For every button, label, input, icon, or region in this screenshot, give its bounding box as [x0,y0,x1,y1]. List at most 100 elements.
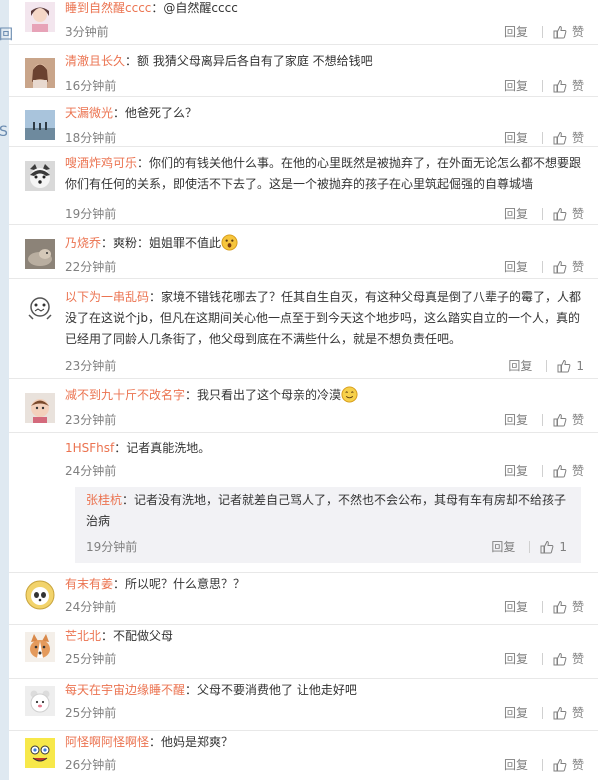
comment-text: ：@自然醒cccc [151,1,238,15]
woman-avatar[interactable] [25,58,55,88]
divider [541,131,543,144]
panda-avatar[interactable] [25,580,55,610]
comment-username[interactable]: 乃烧乔 [65,236,101,250]
comment-text: ：不配做父母 [101,629,174,643]
comment-actions: 回复 赞 [504,129,584,146]
thumbs-up-icon[interactable] [553,207,567,221]
comment-list: 睡到自然醒cccc：@自然醒cccc 3分钟前 回复 赞 清澈且长久：额 我猜父… [9,0,598,780]
surprised-emoji-icon [221,234,238,251]
comment-time: 23分钟前 [65,413,117,427]
comment-item: 天漏微光：他爸死了么？ 18分钟前 回复 赞 [9,96,598,147]
comment-item: 每天在宇宙边缘睡不醒：父母不要消费他了 让他走好吧 25分钟前 回复 赞 [9,678,598,731]
like-button[interactable]: 赞 [572,77,584,94]
reply-button[interactable]: 回复 [491,538,515,555]
thumbs-up-icon[interactable] [553,464,567,478]
comment-text: ：父母不要消费他了 让他走好吧 [185,683,357,697]
like-button[interactable]: 赞 [572,598,584,615]
comment-username[interactable]: 减不到九十斤不改名字 [65,388,185,402]
comment-item: 芒北北：不配做父母 25分钟前 回复 赞 [9,624,598,679]
landscape-avatar[interactable] [25,110,55,140]
comment-username[interactable]: 清澈且长久 [65,54,125,68]
sub-reply-username[interactable]: 张桂杭 [86,493,122,507]
comment-time: 23分钟前 [65,359,117,373]
comment-text: ：记者真能洗地。 [114,441,211,455]
thumbs-up-icon[interactable] [553,706,567,720]
comment-username[interactable]: 以下为一串乱码 [65,290,149,304]
thumbs-up-icon[interactable] [553,600,567,614]
comment-actions: 回复 赞 [504,23,584,40]
like-count[interactable]: 1 [559,540,567,554]
like-button[interactable]: 赞 [572,411,584,428]
baby-avatar[interactable] [25,393,55,423]
reply-button[interactable]: 回复 [504,598,528,615]
thumbs-up-icon[interactable] [553,413,567,427]
comment-text: ：他妈是郑爽？ [149,735,234,749]
comment-item: 有末有姜：所以呢？什么意思？？ 24分钟前 回复 赞 [9,572,598,625]
comment-username[interactable]: 嗖酒炸鸡可乐 [65,156,137,170]
comment-username[interactable]: 1HSFhsf [65,441,114,455]
comment-actions: 回复 赞 [504,462,584,479]
comment-username[interactable]: 芒北北 [65,629,101,643]
comment-time: 24分钟前 [65,600,117,614]
like-button[interactable]: 赞 [572,258,584,275]
comment-time: 18分钟前 [65,131,117,145]
like-button[interactable]: 赞 [572,205,584,222]
reply-button[interactable]: 回复 [504,462,528,479]
reply-button[interactable]: 回复 [504,258,528,275]
comment-username[interactable]: 睡到自然醒cccc [65,1,151,15]
like-button[interactable]: 赞 [572,129,584,146]
comment-username[interactable]: 有末有姜 [65,577,113,591]
reply-button[interactable]: 回复 [504,23,528,40]
thumbs-up-icon[interactable] [553,260,567,274]
cartoon-avatar[interactable] [25,293,55,323]
divider [541,652,543,665]
like-count[interactable]: 1 [576,359,584,373]
reply-button[interactable]: 回复 [508,357,532,374]
thumbs-up-icon[interactable] [540,540,554,554]
thumbs-up-icon[interactable] [557,359,571,373]
dog-avatar[interactable] [25,161,55,191]
reply-button[interactable]: 回复 [504,205,528,222]
like-button[interactable]: 赞 [572,756,584,773]
reply-button[interactable]: 回复 [504,411,528,428]
comment-actions: 回复 赞 [504,704,584,721]
comment-text: ：额 我猜父母离异后各自有了家庭 不想给钱吧 [125,54,373,68]
reply-button[interactable]: 回复 [504,129,528,146]
bear-avatar[interactable] [25,686,55,716]
comment-time: 16分钟前 [65,79,117,93]
like-button[interactable]: 赞 [572,462,584,479]
comment-actions: 回复 赞 [504,258,584,275]
reply-button[interactable]: 回复 [504,704,528,721]
corgi-avatar[interactable] [25,632,55,662]
sub-reply: 张桂杭：记者没有洗地，记者就差自己骂人了，不然也不会公布，其母有车有房却不给孩子… [75,487,581,563]
comment-username[interactable]: 天漏微光 [65,106,113,120]
thumbs-up-icon[interactable] [553,79,567,93]
thumbs-up-icon[interactable] [553,652,567,666]
thumbs-up-icon[interactable] [553,758,567,772]
smile-emoji-icon [341,386,358,403]
like-button[interactable]: 赞 [572,650,584,667]
thumbs-up-icon[interactable] [553,25,567,39]
reply-button[interactable]: 回复 [504,77,528,94]
comment-item: 减不到九十斤不改名字：我只看出了这个母亲的冷漠 23分钟前 回复 赞 [9,378,598,433]
divider [541,207,543,220]
comment-username[interactable]: 每天在宇宙边缘睡不醒 [65,683,185,697]
girl-avatar[interactable] [25,2,55,32]
comment-item: 嗖酒炸鸡可乐：你们的有钱关他什么事。在他的心里既然是被抛弃了，在外面无论怎么都不… [9,146,598,225]
comment-actions: 回复 赞 [504,650,584,667]
comment-actions: 回复 赞 [504,598,584,615]
like-button[interactable]: 赞 [572,23,584,40]
cat-avatar[interactable] [25,239,55,269]
comment-time: 19分钟前 [65,207,117,221]
like-button[interactable]: 赞 [572,704,584,721]
divider [541,260,543,273]
sub-reply-actions: 回复 1 [491,538,567,555]
comment-item: 睡到自然醒cccc：@自然醒cccc 3分钟前 回复 赞 [9,0,598,44]
divider [546,359,548,372]
comment-username[interactable]: 阿怪啊阿怪啊怪 [65,735,149,749]
comment-text: ：他爸死了么？ [113,106,198,120]
sponge-avatar[interactable] [25,738,55,768]
reply-button[interactable]: 回复 [504,756,528,773]
reply-button[interactable]: 回复 [504,650,528,667]
thumbs-up-icon[interactable] [553,131,567,145]
